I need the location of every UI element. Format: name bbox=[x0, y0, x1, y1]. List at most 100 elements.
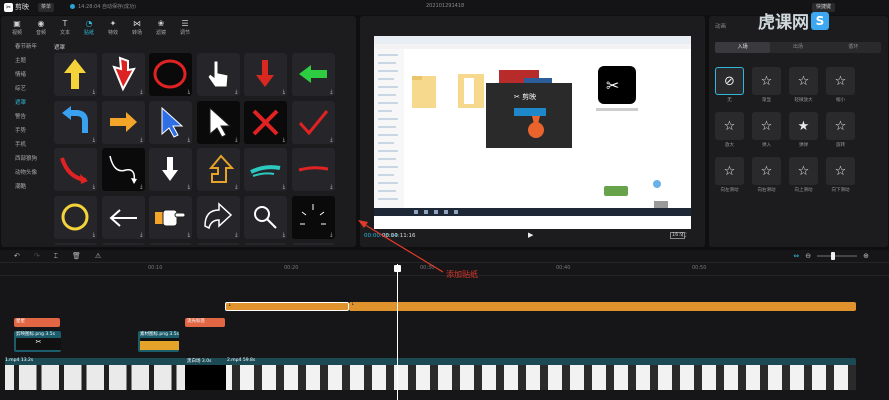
warning-icon[interactable]: ⚠ bbox=[95, 252, 101, 260]
category-item[interactable]: 手势 bbox=[1, 124, 45, 138]
anim-option[interactable]: ☆ 弹入 bbox=[752, 112, 781, 149]
tab-adjust[interactable]: ☰ 调节 bbox=[173, 16, 197, 39]
category-item[interactable]: 情绪 bbox=[1, 68, 45, 82]
play-button[interactable]: ▶ bbox=[528, 231, 533, 239]
arrow-left-green-sticker[interactable]: ⤓ bbox=[291, 53, 335, 96]
download-icon[interactable]: ⤓ bbox=[283, 232, 285, 238]
tab-effects[interactable]: ✦ 特效 bbox=[101, 16, 125, 39]
anim-option[interactable]: ☆ 渐显 bbox=[752, 67, 781, 104]
partial-sticker-1[interactable]: ⤓ bbox=[54, 243, 97, 245]
teal-brush-sticker[interactable]: ⤓ bbox=[244, 148, 287, 191]
sticker-clip-selected[interactable]: ↓ bbox=[225, 302, 349, 311]
category-item[interactable]: 遮罩 bbox=[1, 96, 45, 110]
zoom-in-icon[interactable]: ⊕ bbox=[863, 252, 869, 260]
zoom-out-icon[interactable]: ⊖ bbox=[805, 252, 811, 260]
download-icon[interactable]: ⤓ bbox=[93, 232, 95, 238]
arrow-right-orange-sticker[interactable]: ⤓ bbox=[101, 100, 145, 144]
category-item[interactable]: 警告 bbox=[1, 110, 45, 124]
cursor-white-sticker[interactable]: ⤓ bbox=[196, 100, 240, 144]
download-icon[interactable]: ⤓ bbox=[330, 137, 332, 143]
red-circle-sticker[interactable]: ⤓ bbox=[149, 53, 192, 96]
download-icon[interactable]: ⤓ bbox=[188, 137, 190, 143]
playhead-handle[interactable] bbox=[394, 265, 401, 272]
download-icon[interactable]: ⤓ bbox=[140, 89, 142, 95]
cursor-blue-sticker[interactable]: ⤓ bbox=[149, 100, 192, 144]
partial-sticker-4[interactable]: ⤓ bbox=[196, 243, 240, 245]
tab-audio[interactable]: ◉ 音频 bbox=[29, 16, 53, 39]
video-clip-3-frames[interactable] bbox=[226, 365, 856, 390]
yellow-circle-sticker[interactable]: ⤓ bbox=[54, 195, 97, 239]
zoom-slider[interactable] bbox=[817, 252, 858, 260]
download-icon[interactable]: ⤓ bbox=[93, 184, 95, 190]
delete-icon[interactable]: 🗑 bbox=[72, 252, 81, 260]
magnifier-sticker[interactable]: ⤓ bbox=[244, 195, 287, 239]
red-curved-arrow-sticker[interactable]: ⤓ bbox=[54, 148, 97, 191]
video-clip-1-frames[interactable] bbox=[5, 365, 185, 390]
download-icon[interactable]: ⤓ bbox=[283, 89, 285, 95]
tab-sticker[interactable]: ◔ 贴纸 bbox=[77, 16, 101, 39]
download-icon[interactable]: ⤓ bbox=[330, 232, 332, 238]
split-icon[interactable]: ⌶ bbox=[54, 252, 58, 261]
preview-frame[interactable]: ✂ 剪映 ✂ bbox=[374, 36, 691, 229]
download-icon[interactable]: ⤓ bbox=[235, 89, 237, 95]
arrow-up-outline-sticker[interactable]: ⤓ bbox=[196, 148, 240, 191]
anim-option[interactable]: ☆ 向上滑动 bbox=[789, 157, 818, 194]
download-icon[interactable]: ⤓ bbox=[235, 184, 237, 190]
partial-sticker-5[interactable]: ⤓ bbox=[244, 243, 287, 245]
tab-filter[interactable]: ❀ 滤镜 bbox=[149, 16, 173, 39]
anim-option[interactable]: ☆ 放大 bbox=[715, 112, 744, 149]
link-icon[interactable]: ⇔ bbox=[793, 252, 799, 260]
white-scribble-arrow-sticker[interactable]: ⤓ bbox=[101, 148, 145, 191]
category-item[interactable]: 西部狼狗 bbox=[1, 152, 45, 166]
burst-lines-sticker[interactable]: ⤓ bbox=[291, 195, 335, 239]
menu-button[interactable]: 菜单 bbox=[38, 3, 55, 12]
zoom-slider-handle[interactable] bbox=[831, 252, 836, 260]
download-icon[interactable]: ⤓ bbox=[188, 184, 190, 190]
tab-text[interactable]: T 文本 bbox=[53, 16, 77, 39]
anim-tab[interactable]: 入场 bbox=[715, 42, 771, 53]
anim-option[interactable]: ☆ 缩小 bbox=[826, 67, 855, 104]
tab-transition[interactable]: ⋈ 转场 bbox=[125, 16, 149, 39]
category-item[interactable]: 动物头像 bbox=[1, 166, 45, 180]
download-icon[interactable]: ⤓ bbox=[330, 89, 332, 95]
text-clip-stars[interactable]: 星星 bbox=[14, 318, 60, 327]
arrow-down-white-red-sticker[interactable]: ⤓ bbox=[101, 53, 145, 96]
download-icon[interactable]: ⤓ bbox=[140, 184, 142, 190]
redo-icon[interactable]: ↷ bbox=[34, 252, 40, 260]
download-icon[interactable]: ⤓ bbox=[330, 184, 332, 190]
anim-option[interactable]: ☆ 向右滑动 bbox=[752, 157, 781, 194]
time-ruler[interactable]: 00:10 00:20 00:30 00:40 00:50 bbox=[0, 264, 889, 276]
fullscreen-icon[interactable]: ⛶ bbox=[682, 232, 686, 240]
red-check-sticker[interactable]: ⤓ bbox=[291, 100, 335, 144]
anim-option[interactable]: ☆ 旋转 bbox=[826, 112, 855, 149]
undo-icon[interactable]: ↶ bbox=[14, 252, 20, 260]
anim-tab[interactable]: 出场 bbox=[770, 42, 825, 53]
video-clip-2-frames[interactable] bbox=[185, 365, 226, 390]
anim-option[interactable]: ★ 弹弹 bbox=[789, 112, 818, 149]
download-icon[interactable]: ⤓ bbox=[93, 89, 95, 95]
anim-option[interactable]: ☆ 轻微放大 bbox=[789, 67, 818, 104]
hand-pointer-sticker[interactable]: ⤓ bbox=[196, 53, 240, 96]
image-clip-capcut-icon[interactable]: 剪映图标.png 3.5s ✂ bbox=[14, 331, 61, 352]
download-icon[interactable]: ⤓ bbox=[235, 232, 237, 238]
category-item[interactable]: 综艺 bbox=[1, 82, 45, 96]
curved-arrow-blue-sticker[interactable]: ⤓ bbox=[54, 100, 97, 144]
download-icon[interactable]: ⤓ bbox=[283, 137, 285, 143]
image-clip-material-icon[interactable]: 素材图标.png 3.5s bbox=[138, 331, 179, 352]
sticker-clip[interactable]: ↓ bbox=[349, 302, 856, 311]
download-icon[interactable]: ⤓ bbox=[93, 137, 95, 143]
red-line-sticker[interactable]: ⤓ bbox=[291, 148, 335, 191]
download-icon[interactable]: ⤓ bbox=[235, 137, 237, 143]
arrow-down-white-sticker[interactable]: ⤓ bbox=[149, 148, 192, 191]
white-sketch-arrow-sticker[interactable]: ⤓ bbox=[101, 195, 145, 239]
category-item[interactable]: 潮酷 bbox=[1, 180, 45, 194]
anim-option[interactable]: ☆ 向下滑动 bbox=[826, 157, 855, 194]
pointing-hand-sticker[interactable]: ⤓ bbox=[149, 195, 192, 239]
partial-sticker-6[interactable]: ⤓ bbox=[291, 243, 335, 245]
text-clip-label[interactable]: 流光标签 bbox=[185, 318, 225, 327]
anim-tab[interactable]: 循环 bbox=[826, 42, 881, 53]
arrow-up-sticker[interactable]: ⤓ bbox=[54, 53, 97, 96]
arrow-down-red-sticker[interactable]: ⤓ bbox=[244, 53, 287, 96]
anim-option[interactable]: ⊘ 无 bbox=[715, 67, 744, 104]
download-icon[interactable]: ⤓ bbox=[188, 89, 190, 95]
